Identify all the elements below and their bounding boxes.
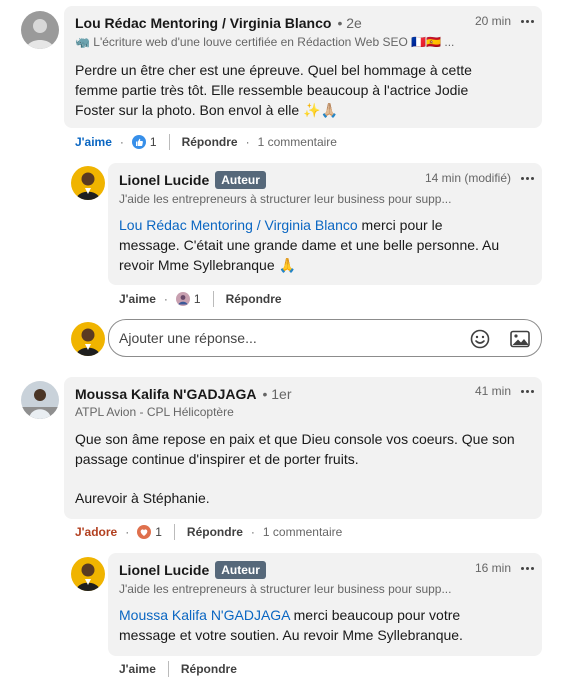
reaction-count[interactable]: 1 [155,525,162,539]
avatar-reaction-icon [175,292,190,306]
divider [168,134,170,150]
like-button[interactable]: J'aime [119,292,156,306]
reply-text-part: message et votre soutien. Au revoir Mme … [119,627,463,643]
comment-text: Que son âme repose en paix et que Dieu c… [75,429,535,469]
divider [167,661,169,677]
mention-link[interactable]: Moussa Kalifa N'GADJAGA [119,607,290,623]
author-name[interactable]: Moussa Kalifa N'GADJAGA [75,386,256,402]
emoji-icon[interactable] [469,328,491,350]
reply-author-name[interactable]: Lionel Lucide [119,562,209,578]
reply-actions: J'aime · 1 Répondre [119,291,282,307]
connection-degree: • 2e [337,15,362,31]
comment-header: Moussa Kalifa N'GADJAGA • 1er [75,386,292,402]
reply-time: 14 min (modifié) [424,171,511,185]
author-badge: Auteur [215,171,266,189]
connection-degree: • 1er [262,386,292,402]
love-button[interactable]: J'adore [75,525,117,539]
more-options-icon[interactable] [521,389,534,393]
comment-text: Perdre un être cher est une épreuve. Que… [75,62,472,118]
comment-header: Lou Rédac Mentoring / Virginia Blanco • … [75,15,362,31]
reply-author-name[interactable]: Lionel Lucide [119,172,209,188]
comment-text-part: Que son âme repose en paix et que Dieu c… [75,431,515,447]
reply-author-avatar[interactable] [71,166,105,200]
reply-time: 16 min [474,561,511,575]
comment-meta: 20 min [475,14,534,28]
reply-text: Lou Rédac Mentoring / Virginia Blanco me… [119,215,529,275]
reply-button[interactable]: Répondre [187,525,243,539]
reply-text: Moussa Kalifa N'GADJAGA merci beaucoup p… [119,605,529,645]
reply-button[interactable]: Répondre [226,292,282,306]
comment-time: 41 min [474,384,511,398]
image-icon[interactable] [509,328,531,350]
reply-actions: J'aime Répondre [119,661,237,677]
comment-meta: 41 min [475,384,534,398]
divider [173,524,175,540]
more-options-icon[interactable] [521,566,534,570]
commenter-avatar[interactable] [21,381,59,419]
reply-text-part: message. C'était une grande dame et une … [119,237,500,253]
reply-input-placeholder: Ajouter une réponse... [119,330,257,346]
author-headline: ATPL Avion - CPL Hélicoptère [75,405,234,419]
reply-button[interactable]: Répondre [181,662,237,676]
like-icon [131,135,146,149]
author-badge: Auteur [215,561,266,579]
comment-actions: J'adore · 1 Répondre · 1 commentaire [75,524,342,540]
comment-text-closing: Aurevoir à Stéphanie. [75,490,210,506]
reply-author-avatar[interactable] [71,557,105,591]
reply-text-part: merci beaucoup pour votre [289,607,461,623]
like-button[interactable]: J'aime [119,662,156,676]
reply-header: Lionel Lucide Auteur [119,171,266,189]
heart-icon [137,525,152,539]
author-name[interactable]: Lou Rédac Mentoring / Virginia Blanco [75,15,331,31]
mention-link[interactable]: Lou Rédac Mentoring / Virginia Blanco [119,217,358,233]
reaction-count[interactable]: 1 [194,292,201,306]
reply-button[interactable]: Répondre [182,135,238,149]
reply-author-headline: J'aide les entrepreneurs à structurer le… [119,192,452,206]
comment-text-part: passage continue d'inspirer et de porter… [75,451,359,467]
separator: · [125,525,130,539]
current-user-avatar [71,322,105,356]
separator: · [119,135,124,149]
like-button[interactable]: J'aime [75,135,112,149]
reply-author-headline: J'aide les entrepreneurs à structurer le… [119,582,452,596]
reply-text-part: revoir Mme Syllebranque 🙏 [119,257,296,273]
more-options-icon[interactable] [521,19,534,23]
reply-header: Lionel Lucide Auteur [119,561,266,579]
comment-actions: J'aime · 1 Répondre · 1 commentaire [75,134,337,150]
comment-time: 20 min [474,14,511,28]
reply-meta: 16 min [475,561,534,575]
reply-meta: 14 min (modifié) [425,171,534,185]
more-options-icon[interactable] [521,176,534,180]
divider [212,291,214,307]
comments-count[interactable]: 1 commentaire [258,135,337,149]
commenter-avatar[interactable] [21,11,59,49]
separator: · [163,292,168,306]
comments-count[interactable]: 1 commentaire [263,525,342,539]
reaction-count[interactable]: 1 [150,135,157,149]
separator: · [250,525,255,539]
author-headline: 🦏 L'écriture web d'une louve certifiée e… [75,35,455,49]
separator: · [245,135,250,149]
reply-text-part: merci pour le [357,217,443,233]
